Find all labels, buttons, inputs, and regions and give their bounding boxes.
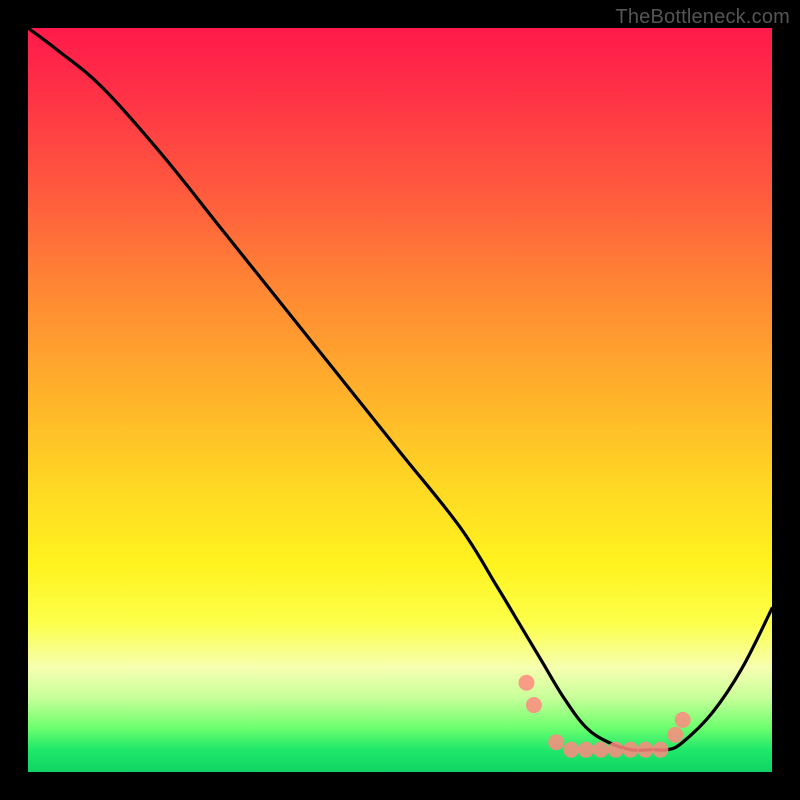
marker-dot [667,727,683,743]
marker-dot [623,742,639,758]
bottleneck-curve [28,28,772,750]
marker-dot [608,742,624,758]
marker-dot [578,742,594,758]
chart-plot-area [28,28,772,772]
marker-dot [638,742,654,758]
marker-dot [675,712,691,728]
chart-svg [28,28,772,772]
marker-dot [563,742,579,758]
attribution-label: TheBottleneck.com [615,6,790,29]
marker-dot [593,742,609,758]
marker-dot [652,742,668,758]
chart-frame: TheBottleneck.com [0,0,800,800]
marker-dot [526,697,542,713]
marker-dot [548,734,564,750]
highlight-dots [518,675,690,758]
marker-dot [518,675,534,691]
